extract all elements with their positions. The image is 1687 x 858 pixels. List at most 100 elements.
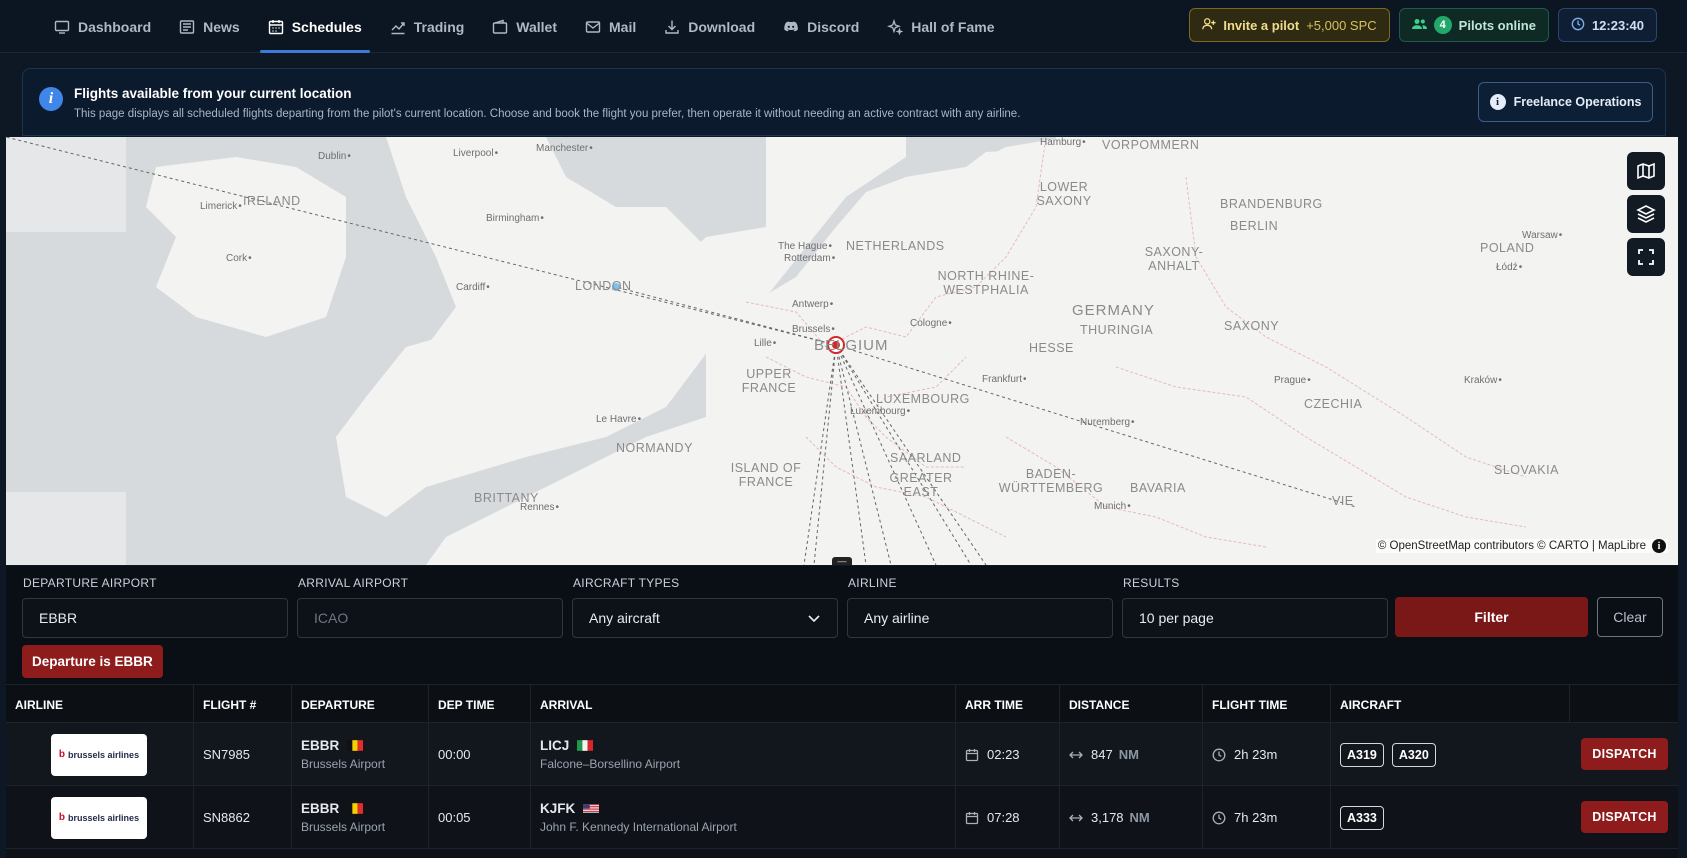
dispatch-button[interactable]: DISPATCH [1581,801,1668,833]
dep-time: 00:05 [438,810,471,825]
nav-item-hall-of-fame[interactable]: Hall of Fame [873,0,1008,53]
nav-item-discord[interactable]: Discord [769,0,873,53]
calendar-icon [268,19,284,35]
map-label: BELGIUM [814,337,889,354]
distance-value: 3,178 [1091,810,1124,825]
nav-item-dashboard[interactable]: Dashboard [40,0,165,53]
aircraft-label: AIRCRAFT TYPES [573,576,680,590]
nav-label: Hall of Fame [911,18,995,35]
distance-value: 847 [1091,747,1113,762]
fullscreen-icon [1638,249,1654,265]
map-layers-button[interactable] [1627,195,1665,233]
pilots-online-button[interactable]: 4 Pilots online [1398,8,1549,42]
active-filter-tag[interactable]: Departure is EBBR [22,645,163,678]
nav-item-wallet[interactable]: Wallet [478,0,571,53]
attribution-text: © OpenStreetMap contributors © CARTO | M… [1377,540,1646,552]
nav-item-mail[interactable]: Mail [571,0,650,53]
aircraft-cell: A319 A320 [1330,723,1569,786]
map-label: BADEN-WÜRTTEMBERG [998,467,1104,495]
invite-label: Invite a pilot [1223,17,1300,33]
freelance-operations-button[interactable]: i Freelance Operations [1478,82,1653,122]
aircraft-tag: A320 [1391,742,1436,767]
flight-number-cell: SN7985 [193,723,291,786]
invite-bonus: +5,000 SPC [1306,17,1377,33]
map-label: VIE [1332,494,1354,508]
flight-time-line: 7h 23m [1212,810,1330,825]
city-label: Prague [1274,375,1311,386]
nav-label: Mail [609,18,637,35]
nav-item-news[interactable]: News [165,0,254,53]
flight-time-cell: 7h 23m [1202,786,1330,849]
column-header: ARRIVAL [530,685,955,724]
arrival-input[interactable]: ICAO [297,598,563,638]
city-label: Munich [1094,501,1131,512]
map-label: BERLIN [1230,219,1279,233]
arrival-label: ARRIVAL AIRPORT [298,576,409,590]
departure-cell: EBBR Brussels Airport [291,723,428,786]
departure-input[interactable]: EBBR [22,598,288,638]
map-label: SAXONY [1224,319,1280,333]
departure-label: DEPARTURE AIRPORT [23,576,157,590]
arr-time: 07:28 [987,810,1020,825]
usa-flag-icon [583,804,600,813]
departure-field: DEPARTURE AIRPORT EBBR [22,576,288,638]
arrival-code-line: KJFK [540,801,955,816]
map-fullscreen-button[interactable] [1627,238,1665,276]
city-label: Rotterdam [784,253,835,264]
airline-logo: b brussels airlines [51,796,147,839]
city-label: Cologne [910,318,952,329]
arr-time-cell: 07:28 [955,786,1059,849]
column-header: AIRCRAFT [1330,685,1569,724]
city-label: Cork [226,253,252,264]
column-header: DEPARTURE [291,685,428,724]
map-style-button[interactable] [1627,152,1665,190]
nav-label: Wallet [516,18,558,35]
attribution-info-icon[interactable]: i [1652,539,1666,553]
table-row[interactable]: b brussels airlines SN7985 EBBR Brussels… [6,723,1678,786]
monitor-icon [54,19,70,35]
invite-pilot-button[interactable]: Invite a pilot +5,000 SPC [1189,8,1390,42]
map-label: NORTH RHINE-WESTPHALIA [937,269,1035,297]
dispatch-button[interactable]: DISPATCH [1581,738,1668,770]
filter-button[interactable]: Filter [1395,597,1588,637]
city-label: Łódź [1496,262,1522,273]
map-label: HESSE [1029,341,1074,355]
flight-time: 7h 23m [1234,810,1278,825]
airline-input[interactable]: Any airline [847,598,1113,638]
distance-value-group: 3,178 NM [1091,810,1150,825]
map-label: SLOVAKIA [1494,463,1559,477]
online-label: Pilots online [1458,17,1536,33]
map-attribution: © OpenStreetMap contributors © CARTO | M… [1375,539,1668,553]
city-label: Lille [754,338,776,349]
freelance-label: Freelance Operations [1513,95,1642,109]
nav-item-download[interactable]: Download [650,0,769,53]
arrival-field: ARRIVAL AIRPORT ICAO [297,576,563,638]
route-map[interactable]: IRELAND NETHERLANDS LOWER SAXONY VORPOMM… [6,137,1678,565]
airline-cell: b brussels airlines [6,723,193,786]
departure-code: EBBR [301,801,340,816]
map-icon [1637,162,1655,180]
dep-time-cell: 00:05 [428,786,530,849]
column-header: FLIGHT TIME [1202,685,1330,724]
airline-value: Any airline [864,610,930,626]
nav-label: Download [688,18,756,35]
map-label: BRANDENBURG [1220,197,1323,211]
flight-time-line: 2h 23m [1212,747,1330,762]
arrival-code: LICJ [540,738,570,753]
aircraft-select[interactable]: Any aircraft [572,598,838,638]
aircraft-value: Any aircraft [589,610,660,626]
column-header: DISTANCE [1059,685,1202,724]
column-header: FLIGHT # [193,685,291,724]
nav-item-schedules[interactable]: Schedules [254,0,376,53]
results-select[interactable]: 10 per page [1122,598,1388,638]
table-row[interactable]: b brussels airlines SN8862 EBBR Brussels… [6,786,1678,849]
departure-code-line: EBBR [301,801,428,816]
flight-number: SN7985 [203,747,250,762]
map-label: POLAND [1480,241,1535,255]
map-label: LOWER SAXONY [1036,180,1092,208]
results-field: RESULTS 10 per page [1122,576,1388,638]
clear-button[interactable]: Clear [1597,597,1663,637]
map-resize-handle[interactable]: — [832,557,852,565]
nav-item-trading[interactable]: Trading [376,0,479,53]
clock-icon [1212,811,1226,824]
